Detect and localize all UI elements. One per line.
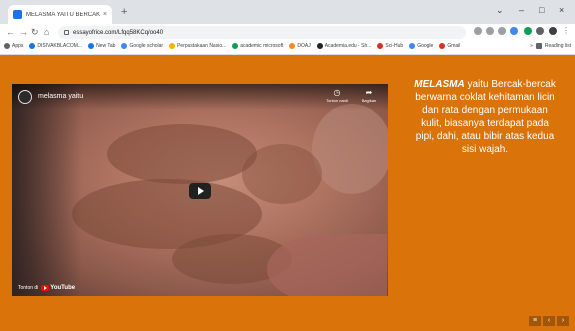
menu-icon[interactable]: ≡ [529,316,541,326]
bookmark-item[interactable]: New Tab [88,43,115,49]
melasma-description: MELASMA yaitu Bercak-bercak berwarna cok… [411,78,559,156]
video-header: melasma yaitu ◷ Tonton nanti ➦ Bagikan [12,84,388,110]
bookmark-label: DISIVAKBLACOM... [37,43,83,49]
bookmark-favicon-icon [409,43,416,49]
bookmark-list: Apps DISIVAKBLACOM... New Tab Google schola… [4,43,460,49]
bookmark-item[interactable]: DISIVAKBLACOM... [29,43,82,49]
reading-list-icon[interactable] [535,43,542,49]
bookmark-label: Academia.edu - Sh... [324,43,372,49]
youtube-logo: YouTube [41,285,75,291]
bookmark-item[interactable]: academic microsoft [232,43,283,49]
back-arrow-icon[interactable]: ← [6,26,15,38]
bookmark-label: Google scholar [129,43,164,49]
play-button[interactable] [189,183,211,199]
watch-on-youtube-link[interactable]: Tonton di YouTube [18,283,75,293]
bookmark-favicon-icon [439,43,446,49]
tab-close-icon[interactable]: × [103,11,107,18]
slide-page: melasma yaitu ◷ Tonton nanti ➦ Bagikan T… [0,55,575,331]
slide-navigation: ≡ ‹ › [529,316,569,326]
lock-icon[interactable] [64,30,69,35]
bookmark-star-icon[interactable] [510,27,518,35]
bookmark-favicon-icon [4,43,10,49]
tab-favicon-icon [13,10,22,19]
bookmark-label: Google [417,43,434,49]
video-title[interactable]: melasma yaitu [38,93,83,100]
tab-strip: MELASMA YAITU BERCAK-BE × + ⌄ – □ × [0,0,575,24]
forward-arrow-icon[interactable]: → [19,26,28,38]
bookmark-label: DOAJ [297,43,311,49]
share-page-icon[interactable] [498,27,506,35]
bookmark-favicon-icon [88,43,95,49]
url-text[interactable]: essayofrice.com/Lfqq58KCq/oo40 [73,30,163,36]
bookmark-label: New Tab [96,43,116,49]
bookmark-item[interactable]: Perpustakaan Nasio... [169,43,226,49]
watch-later-button[interactable]: ◷ Tonton nanti [322,88,352,103]
melasma-keyword: MELASMA [414,79,465,90]
new-tab-button[interactable]: + [121,7,127,18]
kebab-menu-icon[interactable]: ⋮ [562,27,570,35]
bookmark-item[interactable]: Google [409,43,433,49]
next-slide-button[interactable]: › [557,316,569,326]
tab-title: MELASMA YAITU BERCAK-BE [26,11,100,18]
bookmark-label: academic microsoft [240,43,284,49]
youtube-play-icon [41,285,50,291]
bookmark-favicon-icon [316,43,323,49]
melasma-definition: yaitu Bercak-bercak berwarna coklat kehi… [415,79,556,155]
bookmark-favicon-icon [121,43,128,49]
share-label: Bagikan [361,98,377,103]
melasma-patch [107,124,257,184]
extensions-puzzle-icon[interactable] [536,27,544,35]
share-icon: ➦ [365,88,373,97]
channel-avatar[interactable] [18,90,32,104]
bookmark-label: Sci-Hub [385,43,404,49]
bookmarks-bar: Apps DISIVAKBLACOM... New Tab Google schola… [0,41,575,55]
bookmark-label: Gmail [447,43,461,49]
bookmark-item[interactable]: Gmail [439,43,460,49]
video-frame-detail [267,234,387,296]
bookmark-favicon-icon [232,43,239,49]
video-frame-detail [312,104,388,194]
bookmarks-overflow-icon[interactable]: » [530,43,533,49]
home-icon[interactable]: ⌂ [44,26,49,38]
video-player[interactable]: melasma yaitu ◷ Tonton nanti ➦ Bagikan T… [12,84,388,296]
bookmark-item[interactable]: Google scholar [121,43,163,49]
share-button[interactable]: ➦ Bagikan [354,88,384,103]
extension-icon[interactable] [524,27,532,35]
minimize-button[interactable]: – [519,5,524,15]
bookmark-item[interactable]: Apps [4,43,23,49]
watch-on-label: Tonton di [18,285,39,291]
bookmark-favicon-icon [169,43,176,49]
close-window-button[interactable]: × [559,5,564,15]
tab-search-icon[interactable]: ⌄ [496,5,504,15]
bookmark-favicon-icon [377,43,384,49]
bookmarks-right: » Reading list [530,43,571,49]
youtube-wordmark: YouTube [50,285,76,291]
melasma-patch [242,144,322,204]
reading-list-button[interactable]: Reading list [545,43,571,49]
reload-icon[interactable]: ↻ [31,26,39,38]
profile-avatar[interactable] [549,27,557,35]
bookmark-item[interactable]: Academia.edu - Sh... [316,43,372,49]
bookmark-item[interactable]: Sci-Hub [377,43,403,49]
browser-tab[interactable]: MELASMA YAITU BERCAK-BE × [8,5,112,24]
bookmark-label: Perpustakaan Nasio... [177,43,227,49]
bookmark-item[interactable]: DOAJ [289,43,311,49]
video-frame-shadow [12,84,82,296]
bookmark-label: Apps [12,43,24,49]
play-icon [197,187,204,195]
bookmark-favicon-icon [29,43,36,49]
zoom-icon[interactable] [486,27,494,35]
translate-icon[interactable] [474,27,482,35]
address-bar[interactable]: essayofrice.com/Lfqq58KCq/oo40 [58,26,466,39]
previous-slide-button[interactable]: ‹ [543,316,555,326]
browser-toolbar: ← → ↻ ⌂ essayofrice.com/Lfqq58KCq/oo40 ⋮ [0,24,575,41]
maximize-button[interactable]: □ [539,5,544,15]
bookmark-favicon-icon [289,43,296,49]
clock-icon: ◷ [333,88,341,97]
watch-later-label: Tonton nanti [326,98,348,103]
